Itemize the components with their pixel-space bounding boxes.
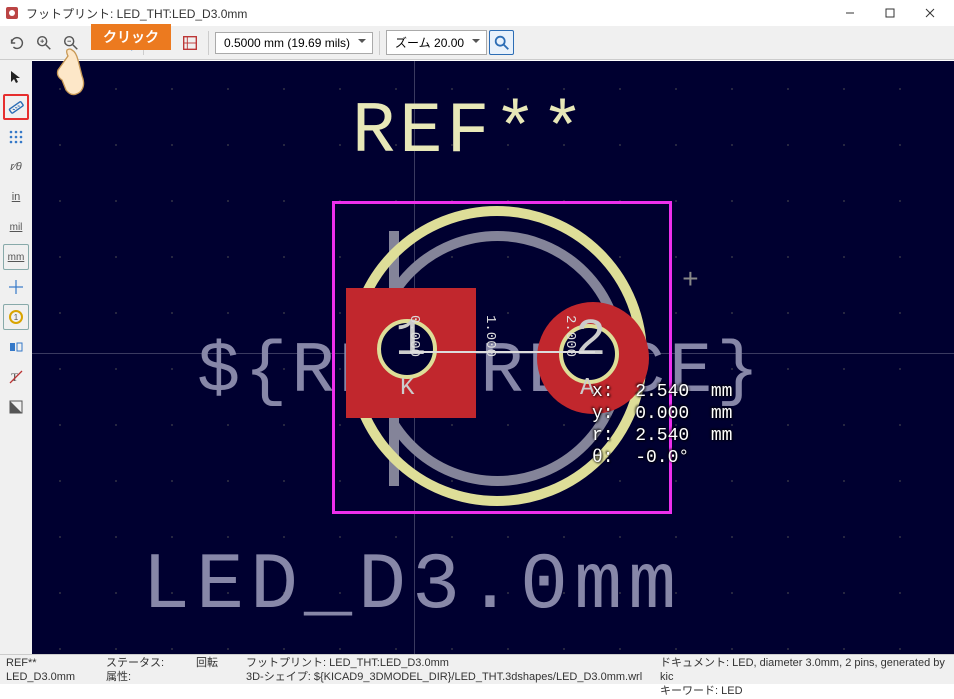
editor-canvas[interactable]: REF** ${REFERENCE} LED_D3.0mm 1 K 2 A + … xyxy=(32,61,954,654)
ruler-tick-1: 1.000 xyxy=(482,315,498,357)
svg-text:T: T xyxy=(11,370,19,384)
polar-coord-tool[interactable]: r⁄θ xyxy=(3,154,29,180)
pad-number-tool[interactable]: 1 xyxy=(3,304,29,330)
zoom-value: ズーム 20.00 xyxy=(395,36,464,50)
status-footprint: フットプリント: LED_THT:LED_D3.0mm xyxy=(246,656,648,670)
svg-text:1: 1 xyxy=(14,313,19,322)
window-title: フットプリント: LED_THT:LED_D3.0mm xyxy=(26,5,830,22)
grid-tool[interactable] xyxy=(3,124,29,150)
units-in-tool[interactable]: in xyxy=(3,184,29,210)
text-tool[interactable]: T xyxy=(3,364,29,390)
units-mil-tool[interactable]: mil xyxy=(3,214,29,240)
cursor-cross: + xyxy=(682,266,699,297)
ruler-tick-0: 0.000 xyxy=(406,315,422,357)
pad-fill-tool[interactable] xyxy=(3,334,29,360)
status-bar: REF** LED_D3.0mm ステータス: 属性: 回転 フットプリント: … xyxy=(0,654,954,684)
measurement-readout: x: 2.540 mm y: 0.000 mm r: 2.540 mm θ: -… xyxy=(592,381,732,469)
status-status-label: ステータス: xyxy=(106,656,184,670)
maximize-button[interactable] xyxy=(870,0,910,26)
crosshair-tool[interactable] xyxy=(3,274,29,300)
cursor-tool[interactable] xyxy=(3,64,29,90)
refresh-button[interactable] xyxy=(4,30,29,55)
pointing-hand-icon xyxy=(50,46,94,103)
status-keywords: キーワード: LED xyxy=(660,684,948,698)
status-attr-label: 属性: xyxy=(106,670,184,684)
reference-text: REF** xyxy=(352,91,588,173)
search-button[interactable] xyxy=(489,30,514,55)
footprint-name-text: LED_D3.0mm xyxy=(142,541,682,632)
close-button[interactable] xyxy=(910,0,950,26)
units-mm-tool[interactable]: mm xyxy=(3,244,29,270)
size-value: 0.5000 mm (19.69 mils) xyxy=(224,36,350,50)
redo-button[interactable] xyxy=(177,30,202,55)
pad-2-number: 2 xyxy=(575,311,606,370)
status-name: LED_D3.0mm xyxy=(6,670,94,684)
ruler-tick-2: 2.000 xyxy=(562,315,578,357)
pad-1-letter: K xyxy=(400,375,414,402)
status-ref: REF** xyxy=(6,656,94,670)
zoom-dropdown[interactable]: ズーム 20.00 xyxy=(386,30,487,55)
status-3dshape: 3D-シェイプ: ${KICAD9_3DMODEL_DIR}/LED_THT.3… xyxy=(246,670,648,684)
contrast-tool[interactable] xyxy=(3,394,29,420)
status-rotation: 回転 xyxy=(196,656,234,670)
status-document: ドキュメント: LED, diameter 3.0mm, 2 pins, gen… xyxy=(660,656,948,684)
minimize-button[interactable] xyxy=(830,0,870,26)
click-callout: クリック xyxy=(91,24,171,50)
app-icon xyxy=(4,5,20,21)
measure-tool[interactable] xyxy=(3,94,29,120)
size-dropdown[interactable]: 0.5000 mm (19.69 mils) xyxy=(215,32,373,54)
